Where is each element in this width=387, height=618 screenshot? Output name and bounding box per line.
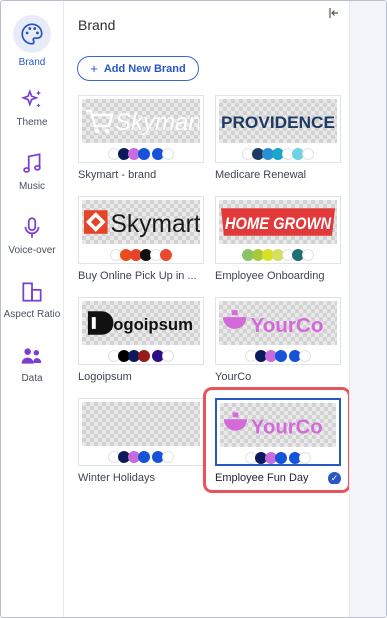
brand-card-name: Logoipsum [78, 371, 132, 383]
plus-icon: + [90, 61, 98, 76]
rail-label-voice-over: Voice-over [8, 245, 56, 256]
selected-check-icon: ✓ [328, 472, 341, 484]
rail-item-brand[interactable]: Brand [1, 15, 63, 68]
brand-color-swatches [217, 451, 339, 464]
brand-color-swatches [79, 147, 203, 161]
rail-item-aspect-ratio[interactable]: Aspect Ratio [1, 279, 63, 320]
brand-color-swatches [216, 349, 340, 363]
brand-color-swatches [216, 248, 340, 262]
logoipsum-logo: logoipsum [87, 311, 193, 335]
brand-card-name: Employee Onboarding [215, 270, 325, 282]
rail-item-data[interactable]: Data [1, 343, 63, 384]
aspect-ratio-icon [22, 282, 42, 302]
rail-label-data: Data [21, 373, 43, 384]
rail-item-theme[interactable]: Theme [1, 87, 63, 128]
brand-thumbnail [78, 398, 204, 466]
brand-card-name: Employee Fun Day ✓ [215, 472, 341, 484]
brand-thumbnail: YourCo [215, 398, 341, 466]
logo-text: YourCo [251, 417, 323, 439]
brand-card-name: Buy Online Pick Up in ... [78, 270, 197, 282]
brand-color-swatches [79, 248, 203, 262]
brand-thumbnail: Skymart [78, 196, 204, 264]
logo-text: HOME GROWN [225, 214, 332, 233]
add-new-brand-label: Add New Brand [103, 62, 186, 75]
music-note-icon [23, 153, 41, 173]
brand-thumbnail: Skymart [78, 95, 204, 163]
brand-card-skymart-brand[interactable]: Skymart Skymart - brand [78, 95, 204, 181]
brand-card-name: Medicare Renewal [215, 169, 307, 181]
logo-text: PROVIDENCE [221, 114, 335, 132]
users-data-icon [21, 348, 42, 364]
brand-panel-window: Brand Theme Music Voice-over Aspect Rati… [0, 0, 387, 618]
yourco-logo: YourCo [223, 412, 323, 439]
rail-label-music: Music [18, 181, 46, 192]
brand-card-employee-fun-day[interactable]: YourCo Employee Fun Day ✓ [215, 398, 341, 484]
brand-card-logoipsum[interactable]: logoipsum Logoipsum [78, 297, 204, 383]
logo-text: YourCo [250, 314, 323, 337]
skymart-logo: Skymart [86, 109, 199, 136]
rail-label-brand: Brand [18, 57, 46, 68]
brand-color-swatches [79, 349, 203, 363]
collapse-panel-icon[interactable] [328, 7, 340, 19]
brand-card-employee-onboarding[interactable]: HOME GROWN Employee Onboarding [215, 196, 341, 282]
providence-logo: PROVIDENCE [221, 114, 335, 132]
panel-title: Brand [78, 17, 116, 33]
microphone-icon [24, 217, 40, 238]
brand-card-name: Skymart - brand [78, 169, 157, 181]
yourco-logo: YourCo [222, 310, 323, 337]
sparkles-icon [20, 88, 42, 108]
brand-panel: Brand + Add New Brand Skymart Skymart - … [64, 1, 351, 617]
rail-item-music[interactable]: Music [1, 151, 63, 192]
brand-thumbnail: PROVIDENCE [215, 95, 341, 163]
add-new-brand-button[interactable]: + Add New Brand [77, 56, 199, 81]
logo-text: Skymart [115, 109, 199, 136]
side-nav-rail: Brand Theme Music Voice-over Aspect Rati… [1, 1, 64, 617]
palette-icon [21, 23, 43, 45]
brand-color-swatches [216, 147, 340, 161]
canvas-gutter [349, 1, 386, 617]
rail-label-aspect-ratio: Aspect Ratio [3, 309, 61, 320]
brand-card-medicare-renewal[interactable]: PROVIDENCE Medicare Renewal [215, 95, 341, 181]
brand-card-name: Winter Holidays [78, 472, 156, 484]
rail-item-voice-over[interactable]: Voice-over [1, 215, 63, 256]
brand-color-swatches [79, 450, 203, 464]
brand-thumbnail: HOME GROWN [215, 196, 341, 264]
brand-card-winter-holidays[interactable]: Winter Holidays [78, 398, 204, 484]
brand-thumbnail: YourCo [215, 297, 341, 365]
rail-label-theme: Theme [16, 117, 48, 128]
brand-card-buy-online-pick-up[interactable]: Skymart Buy Online Pick Up in ... [78, 196, 204, 282]
home-grown-logo: HOME GROWN [220, 208, 336, 236]
brand-card-name: YourCo [215, 371, 252, 383]
brand-thumbnail: logoipsum [78, 297, 204, 365]
brand-card-yourco[interactable]: YourCo YourCo [215, 297, 341, 383]
brand-card-name-text: Employee Fun Day [215, 472, 309, 484]
logo-text: Skymart [111, 211, 200, 238]
logo-text: logoipsum [109, 315, 193, 334]
skymart-red-logo: Skymart [83, 210, 200, 238]
